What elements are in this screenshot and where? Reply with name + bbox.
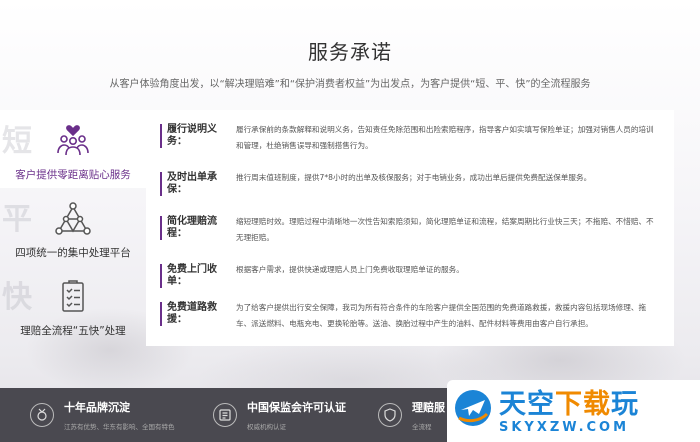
- document-checklist-icon: [62, 280, 84, 312]
- certificate-icon: [213, 403, 237, 427]
- detail-label: 简化理赔流程：: [160, 216, 236, 240]
- airplane-logo-icon: [455, 390, 491, 426]
- detail-label: 免费上门收单：: [160, 264, 236, 288]
- watermark-title-part: 下载: [555, 389, 611, 420]
- site-watermark[interactable]: 天空下载玩 SKYXZW.COM: [447, 380, 700, 442]
- detail-text: 推行周末值班制度，提供7*8小时的出单及核保服务；对于电销业务，成功出单后提供免…: [236, 173, 592, 182]
- page-subtitle: 从客户体验角度出发，以“解决理赔难”和“保护消费者权益”为出发点，为客户提供“短…: [109, 79, 591, 90]
- detail-text: 根据客户需求，提供快递或理赔人员上门免费收取理赔单证的服务。: [236, 265, 464, 274]
- detail-label: 免费道路救援：: [160, 302, 236, 326]
- watermark-title-part: 玩: [611, 389, 639, 420]
- nav-label: 客户提供零距离贴心服务: [15, 169, 131, 181]
- detail-row: 免费上门收单： 根据客户需求，提供快递或理赔人员上门免费收取理赔单证的服务。: [160, 264, 656, 288]
- nav-bg-char: 快: [2, 280, 32, 315]
- network-triangle-icon: [55, 202, 91, 235]
- detail-label: 履行说明义务：: [160, 124, 236, 148]
- section-header: 服务承诺 从客户体验角度出发，以“解决理赔难”和“保护消费者权益”为出发点，为客…: [0, 0, 700, 90]
- detail-row: 简化理赔流程： 缩短理赔时效。理赔过程中清晰地一次性告知索赔须知，简化理赔单证和…: [160, 216, 656, 246]
- detail-row: 免费道路救援： 为了给客户提供出行安全保障，我司为所有符合条件的车险客户提供全国…: [160, 302, 656, 332]
- nav-bg-char: 平: [2, 202, 32, 237]
- watermark-url: SKYXZW.COM: [499, 420, 630, 435]
- nav-label: 理赔全流程“五快”处理: [20, 325, 126, 337]
- watermark-title-part: 天空: [499, 389, 555, 420]
- feature-desc: 权威机构认证: [247, 423, 286, 431]
- nav-bg-char: 短: [2, 124, 32, 159]
- feature-title: 中国保监会许可认证: [247, 401, 346, 414]
- service-details-panel: 履行说明义务： 履行承保前的条款解释和说明义务，告知责任免除范围和出险索赔程序，…: [146, 110, 674, 346]
- nav-label: 四项统一的集中处理平台: [15, 247, 131, 259]
- page-title: 服务承诺: [308, 40, 392, 64]
- feature-title: 理赔服: [412, 401, 445, 414]
- nav-item-short[interactable]: 短 客户提供零距离贴心服务: [0, 110, 146, 188]
- nav-item-fast[interactable]: 快 理赔全流程“五快”处理: [0, 266, 146, 344]
- team-heart-icon: [57, 125, 89, 156]
- detail-label: 及时出单承保：: [160, 172, 236, 196]
- service-nav: 短 客户提供零距离贴心服务 平 四项统一的集中处理平台 快 理赔全流程“五快”处…: [0, 110, 146, 346]
- feature-desc: 江苏有优势、华东有影响、全国有特色: [64, 423, 175, 431]
- feature-title: 十年品牌沉淀: [64, 401, 130, 414]
- shield-hand-icon: [378, 403, 402, 427]
- feature-certification: 中国保监会许可认证 权威机构认证: [175, 388, 350, 442]
- feature-desc: 全流程: [412, 423, 432, 431]
- nav-item-flat[interactable]: 平 四项统一的集中处理平台: [0, 188, 146, 266]
- detail-row: 及时出单承保： 推行周末值班制度，提供7*8小时的出单及核保服务；对于电销业务，…: [160, 172, 656, 196]
- feature-brand: 十年品牌沉淀 江苏有优势、华东有影响、全国有特色: [0, 388, 175, 442]
- detail-text: 履行承保前的条款解释和说明义务，告知责任免除范围和出险索赔程序，指导客户如实填写…: [236, 125, 654, 150]
- detail-text: 缩短理赔时效。理赔过程中清晰地一次性告知索赔须知，简化理赔单证和流程，结案周期比…: [236, 217, 654, 242]
- detail-text: 为了给客户提供出行安全保障，我司为所有符合条件的车险客户提供全国范围的免费道路救…: [236, 303, 647, 328]
- detail-row: 履行说明义务： 履行承保前的条款解释和说明义务，告知责任免除范围和出险索赔程序，…: [160, 124, 656, 154]
- watermark-title: 天空下载玩: [499, 382, 639, 421]
- medal-icon: [30, 403, 54, 427]
